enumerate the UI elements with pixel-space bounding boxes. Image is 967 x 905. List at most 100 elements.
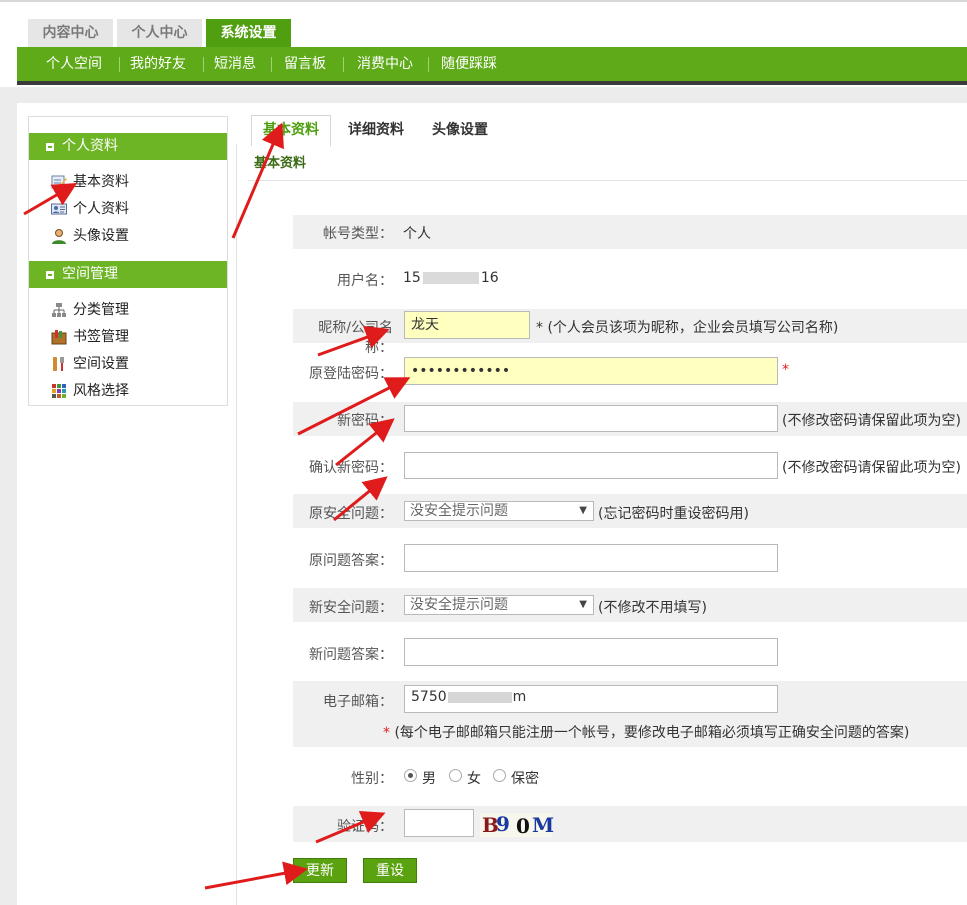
form-row-new-password: 新密码： (不修改密码请保留此项为空) xyxy=(293,402,967,436)
sitemap-icon xyxy=(52,303,66,317)
form-row-gender: 性别： 男 女 保密 xyxy=(293,759,967,793)
collapse-icon[interactable] xyxy=(46,143,54,151)
username-visible-text: 15 xyxy=(403,270,421,286)
account-type-value: 个人 xyxy=(403,226,431,242)
field-label: 昵称/公司名称： xyxy=(318,320,393,356)
field-label: 确认新密码： xyxy=(309,460,393,476)
new-question-selected: 没安全提示问题 xyxy=(410,597,508,613)
section-title-text: 基本资料 xyxy=(254,156,307,171)
confirm-password-hint: (不修改密码请保留此项为空) xyxy=(782,460,961,476)
sidebar-item-label: 个人资料 xyxy=(73,201,129,217)
collapse-icon[interactable] xyxy=(46,271,54,279)
nav-personal-space[interactable]: 个人空间 xyxy=(46,47,102,81)
gender-female-label: 女 xyxy=(467,771,481,787)
nav-messages[interactable]: 短消息 xyxy=(214,47,256,81)
old-question-hint: (忘记密码时重设密码用) xyxy=(598,506,749,522)
form-row-confirm-password: 确认新密码： (不修改密码请保留此项为空) xyxy=(293,449,967,483)
form-row-old-answer: 原问题答案： xyxy=(293,541,967,575)
gender-secret-radio[interactable] xyxy=(493,769,506,782)
nav-divider xyxy=(271,57,272,72)
old-question-selected: 没安全提示问题 xyxy=(410,503,508,519)
form-row-new-answer: 新问题答案： xyxy=(293,635,967,669)
nav-consumption-center[interactable]: 消费中心 xyxy=(357,47,413,81)
field-label: 原登陆密码： xyxy=(309,366,393,382)
tab-content-center[interactable]: 内容中心 xyxy=(28,19,113,47)
sidebar-header-label: 个人资料 xyxy=(62,138,118,154)
form-row-email: 电子邮箱： 5750 m * (每个电子邮邮箱只能注册一个帐号，要修改电子邮箱必须… xyxy=(293,681,967,747)
tab-personal-center[interactable]: 个人中心 xyxy=(117,19,202,47)
sidebar-item-label: 分类管理 xyxy=(73,302,129,318)
main-nav: 个人空间 我的好友 短消息 留言板 消费中心 随便踩踩 xyxy=(17,47,967,85)
email-note-star: * xyxy=(383,725,390,741)
nickname-input[interactable]: 龙天 xyxy=(404,311,530,339)
subtab-avatar-settings[interactable]: 头像设置 xyxy=(422,116,498,144)
captcha-char: 9 xyxy=(496,812,510,836)
sidebar-item-label: 基本资料 xyxy=(73,174,129,190)
old-password-input[interactable]: •••••••••••• xyxy=(404,357,778,385)
blurred-text xyxy=(422,272,479,284)
new-password-input[interactable] xyxy=(404,405,778,432)
field-label: 原问题答案： xyxy=(309,553,393,569)
nav-divider xyxy=(343,57,344,72)
id-card-icon xyxy=(51,203,67,215)
field-label: 帐号类型： xyxy=(323,226,393,242)
field-label: 验证码： xyxy=(337,819,393,835)
form-row-old-question: 原安全问题： 没安全提示问题 ▼ (忘记密码时重设密码用) xyxy=(293,494,967,528)
nav-divider xyxy=(428,57,429,72)
sidebar-header-label: 空间管理 xyxy=(62,266,118,282)
avatar-icon xyxy=(52,229,66,244)
email-input[interactable]: 5750 m xyxy=(404,685,778,713)
confirm-password-input[interactable] xyxy=(404,452,778,479)
nav-my-friends[interactable]: 我的好友 xyxy=(130,47,186,81)
field-label: 新密码： xyxy=(337,413,393,429)
dropdown-arrow-icon: ▼ xyxy=(579,599,587,610)
gender-male-radio[interactable] xyxy=(404,769,417,782)
form-row-nickname: 昵称/公司名称： 龙天 * (个人会员该项为昵称，企业会员填写公司名称) xyxy=(293,309,967,356)
field-label: 新问题答案： xyxy=(309,647,393,663)
nav-guestbook[interactable]: 留言板 xyxy=(284,47,326,81)
field-label: 用户名： xyxy=(337,273,393,289)
new-password-hint: (不修改密码请保留此项为空) xyxy=(782,413,961,429)
sidebar: 个人资料 基本资料 个人资料 头像设置 空间管理 分类管理 书签管理 空间设置 … xyxy=(28,116,228,406)
form-row-old-password: 原登陆密码： •••••••••••• * xyxy=(293,355,967,389)
field-label: 电子邮箱： xyxy=(323,694,393,710)
sidebar-header-profile[interactable]: 个人资料 xyxy=(29,133,227,160)
field-label: 新安全问题： xyxy=(309,600,393,616)
form-row-new-question: 新安全问题： 没安全提示问题 ▼ (不修改不用填写) xyxy=(293,588,967,622)
section-title: 基本资料 xyxy=(248,148,967,181)
gender-secret-label: 保密 xyxy=(511,771,539,787)
captcha-char: M xyxy=(532,813,555,837)
subtab-detail-info[interactable]: 详细资料 xyxy=(338,116,414,144)
reset-button[interactable]: 重设 xyxy=(363,858,417,883)
palette-icon xyxy=(52,384,66,398)
gender-male-label: 男 xyxy=(422,771,436,787)
subtab-basic-info[interactable]: 基本资料 xyxy=(251,115,331,146)
sidebar-item-label: 风格选择 xyxy=(73,383,129,399)
nickname-hint: * (个人会员该项为昵称，企业会员填写公司名称) xyxy=(536,320,839,336)
tab-system-settings[interactable]: 系统设置 xyxy=(206,19,291,47)
nav-random-visit[interactable]: 随便踩踩 xyxy=(441,47,497,81)
form-row-account-type: 帐号类型： 个人 xyxy=(293,215,967,249)
old-answer-input[interactable] xyxy=(404,544,778,572)
gender-female-radio[interactable] xyxy=(449,769,462,782)
captcha-image[interactable]: B 9 0 M xyxy=(480,812,555,838)
nav-divider xyxy=(119,57,120,72)
sidebar-item-label: 空间设置 xyxy=(73,356,129,372)
sidebar-item-label: 书签管理 xyxy=(73,329,129,345)
blurred-text xyxy=(447,691,512,703)
field-label: 性别： xyxy=(351,771,393,787)
old-question-select[interactable]: 没安全提示问题 ▼ xyxy=(404,501,594,521)
sidebar-header-space[interactable]: 空间管理 xyxy=(29,261,227,288)
new-answer-input[interactable] xyxy=(404,638,778,666)
tools-icon xyxy=(53,357,64,371)
edit-icon xyxy=(51,175,67,189)
captcha-input[interactable] xyxy=(404,809,474,837)
update-button[interactable]: 更新 xyxy=(293,858,347,883)
email-visible-text: 5750 xyxy=(411,689,447,705)
username-value: 15 16 xyxy=(403,270,499,286)
dropdown-arrow-icon: ▼ xyxy=(579,505,587,516)
form-row-captcha: 验证码： xyxy=(293,806,967,842)
field-label: 原安全问题： xyxy=(309,506,393,522)
new-question-select[interactable]: 没安全提示问题 ▼ xyxy=(404,595,594,615)
required-star: * xyxy=(782,362,789,378)
